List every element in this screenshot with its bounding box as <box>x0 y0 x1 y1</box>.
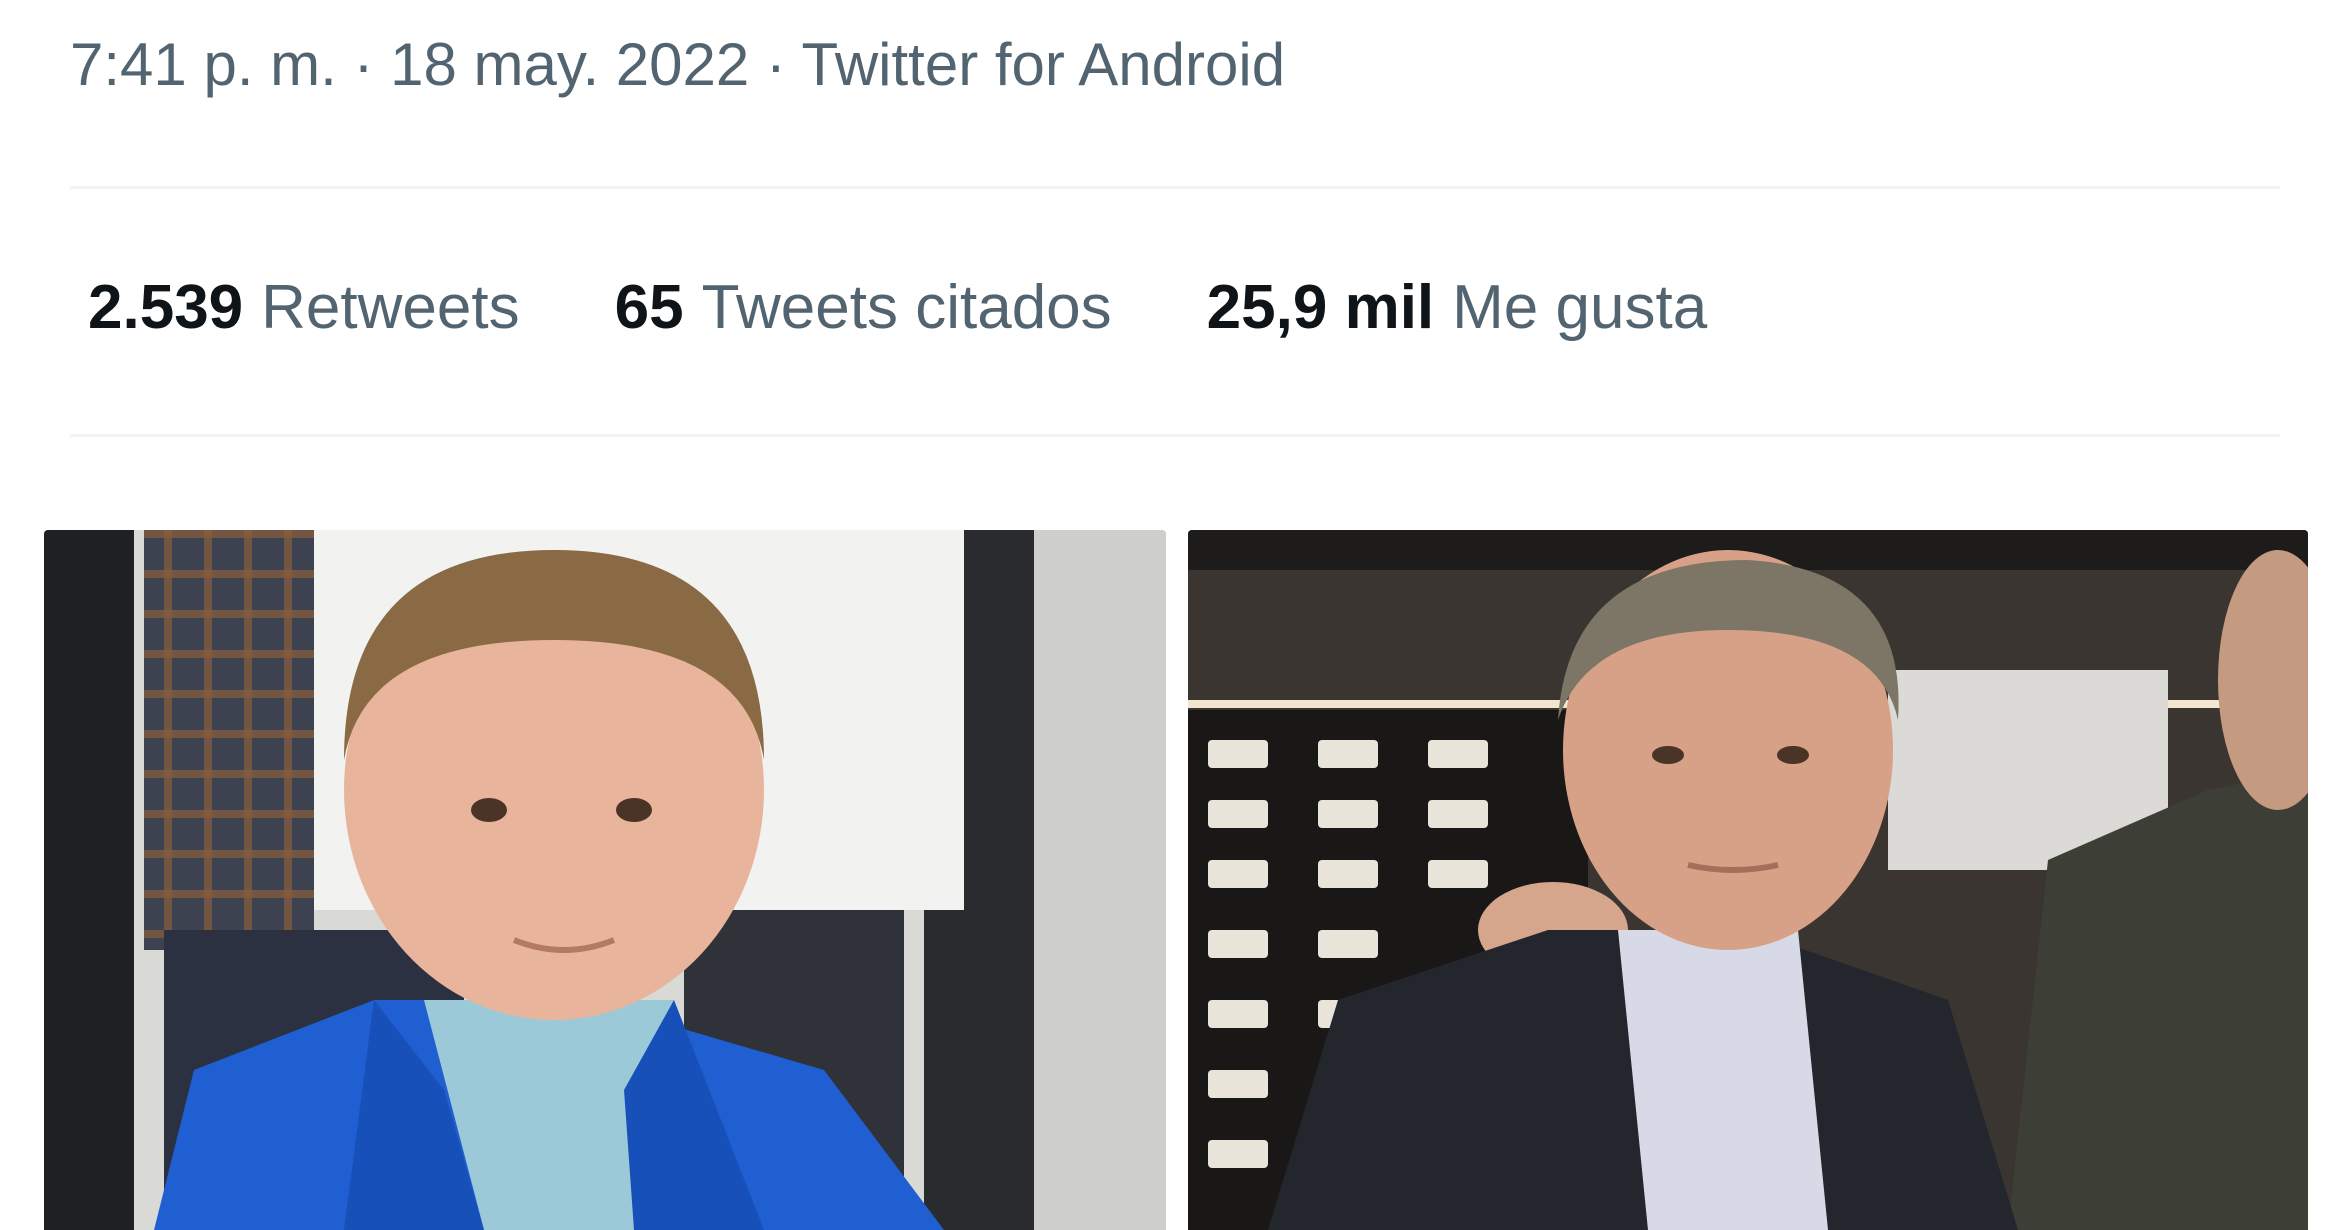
photo-1-image <box>44 530 1166 1230</box>
likes-label: Me gusta <box>1452 273 1708 342</box>
retweets-count: 2.539 <box>88 273 244 342</box>
engagement-stats: 2.539 Retweets 65 Tweets citados 25,9 mil M… <box>88 272 1707 343</box>
likes-stat[interactable]: 25,9 mil Me gusta <box>1207 272 1708 343</box>
separator-dot: · <box>336 31 391 98</box>
tweet-time-link[interactable]: 7:41 p. m. · 18 may. 2022 <box>70 31 749 98</box>
divider-bottom <box>70 434 2280 437</box>
quote-tweets-stat[interactable]: 65 Tweets citados <box>615 272 1112 343</box>
separator-dot: · <box>749 31 802 98</box>
likes-count: 25,9 mil <box>1206 273 1435 342</box>
retweets-label: Retweets <box>261 273 520 342</box>
quotes-label: Tweets citados <box>701 273 1112 342</box>
tweet-source-link[interactable]: Twitter for Android <box>802 31 1286 98</box>
retweets-stat[interactable]: 2.539 Retweets <box>88 272 520 343</box>
tweet-metadata: 7:41 p. m. · 18 may. 2022 · Twitter for … <box>70 30 1285 99</box>
tweet-time: 7:41 p. m. <box>70 31 337 98</box>
tweet-photo-1[interactable] <box>44 530 1166 1230</box>
tweet-date: 18 may. 2022 <box>390 31 750 98</box>
quotes-count: 65 <box>614 273 684 342</box>
divider-top <box>70 186 2280 189</box>
tweet-photo-2[interactable] <box>1188 530 2308 1230</box>
photo-2-image <box>1188 530 2308 1230</box>
